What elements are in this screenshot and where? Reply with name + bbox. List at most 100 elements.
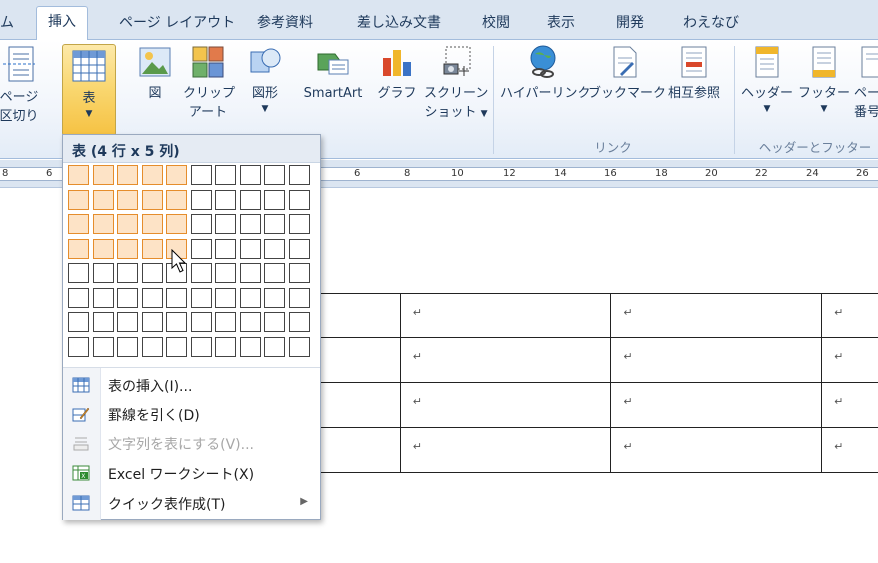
grid-cell[interactable] — [239, 238, 261, 259]
grid-cell[interactable] — [288, 336, 310, 357]
grid-cell[interactable] — [92, 336, 114, 357]
table-cell[interactable]: ↵ — [821, 337, 878, 383]
grid-cell[interactable] — [190, 312, 212, 332]
grid-cell[interactable] — [239, 214, 261, 234]
grid-cell[interactable] — [190, 165, 212, 185]
grid-cell[interactable] — [68, 165, 89, 185]
grid-cell[interactable] — [166, 165, 187, 185]
grid-cell[interactable] — [190, 214, 212, 234]
grid-cell[interactable] — [117, 189, 138, 210]
tab-waenavi[interactable]: わえなび — [683, 10, 739, 40]
grid-cell[interactable] — [166, 336, 187, 357]
grid-cell[interactable] — [92, 287, 114, 308]
grid-cell[interactable] — [239, 312, 261, 332]
grid-cell[interactable] — [288, 287, 310, 308]
grid-cell[interactable] — [264, 214, 285, 234]
grid-cell[interactable] — [215, 189, 236, 210]
grid-cell[interactable] — [117, 312, 138, 332]
grid-cell[interactable] — [215, 287, 236, 308]
grid-cell[interactable] — [117, 238, 138, 259]
table-cell[interactable]: ↵ — [821, 427, 878, 473]
grid-cell[interactable] — [141, 336, 163, 357]
grid-cell[interactable] — [264, 336, 285, 357]
hyperlink-button[interactable]: ハイパーリンク — [500, 44, 590, 103]
menu-item-excel-sheet[interactable]: X Excel ワークシート(X) — [63, 459, 320, 487]
grid-cell[interactable] — [190, 287, 212, 308]
grid-cell[interactable] — [190, 336, 212, 357]
table-cell[interactable]: ↵ — [399, 427, 612, 473]
grid-cell[interactable] — [68, 312, 89, 332]
grid-cell[interactable] — [68, 336, 89, 357]
grid-cell[interactable] — [190, 238, 212, 259]
grid-cell[interactable] — [264, 287, 285, 308]
grid-cell[interactable] — [239, 287, 261, 308]
grid-cell[interactable] — [190, 189, 212, 210]
grid-cell[interactable] — [117, 287, 138, 308]
table-cell[interactable]: ↵ — [610, 382, 823, 428]
grid-cell[interactable] — [264, 312, 285, 332]
clipart-button[interactable]: クリップ アート — [183, 44, 235, 122]
footer-button[interactable]: フッター ▼ — [798, 44, 850, 115]
grid-cell[interactable] — [166, 189, 187, 210]
grid-cell[interactable] — [239, 263, 261, 283]
tab-review[interactable]: 校閲 — [482, 10, 510, 40]
menu-item-text-to-table[interactable]: 文字列を表にする(V)... — [63, 429, 320, 457]
tab-references[interactable]: 参考資料 — [257, 10, 313, 40]
table-cell[interactable]: ↵ — [821, 382, 878, 428]
grid-cell[interactable] — [215, 263, 236, 283]
tab-insert[interactable]: 挿入 — [36, 6, 88, 41]
grid-cell[interactable] — [92, 214, 114, 234]
menu-item-draw-table[interactable]: 罫線を引く(D) — [63, 400, 320, 428]
grid-cell[interactable] — [239, 165, 261, 185]
tab-mailings[interactable]: 差し込み文書 — [357, 10, 441, 40]
header-button[interactable]: ヘッダー ▼ — [740, 44, 794, 115]
menu-item-quick-table[interactable]: クイック表作成(T) ▶ — [63, 489, 320, 517]
grid-cell[interactable] — [117, 165, 138, 185]
grid-cell[interactable] — [166, 287, 187, 308]
grid-cell[interactable] — [117, 336, 138, 357]
grid-cell[interactable] — [68, 263, 89, 283]
grid-cell[interactable] — [68, 287, 89, 308]
grid-cell[interactable] — [215, 312, 236, 332]
table-button[interactable]: 表 ▼ — [62, 44, 116, 136]
grid-cell[interactable] — [141, 165, 163, 185]
grid-cell[interactable] — [141, 287, 163, 308]
table-cell[interactable]: ↵ — [610, 427, 823, 473]
grid-cell[interactable] — [92, 312, 114, 332]
grid-cell[interactable] — [215, 165, 236, 185]
grid-cell[interactable] — [264, 263, 285, 283]
grid-cell[interactable] — [215, 238, 236, 259]
screenshot-button[interactable]: スクリーン ショット ▼ — [424, 44, 488, 124]
grid-cell[interactable] — [215, 214, 236, 234]
table-cell[interactable]: ↵ — [399, 293, 612, 338]
table-cell[interactable]: ↵ — [610, 337, 823, 383]
grid-cell[interactable] — [264, 189, 285, 210]
grid-cell[interactable] — [288, 214, 310, 234]
grid-cell[interactable] — [239, 189, 261, 210]
grid-cell[interactable] — [288, 165, 310, 185]
grid-cell[interactable] — [117, 214, 138, 234]
menu-item-insert-table[interactable]: 表の挿入(I)... — [63, 371, 320, 399]
grid-cell[interactable] — [68, 238, 89, 259]
grid-cell[interactable] — [68, 189, 89, 210]
grid-cell[interactable] — [288, 238, 310, 259]
chart-button[interactable]: グラフ — [377, 44, 417, 103]
grid-cell[interactable] — [166, 214, 187, 234]
grid-cell[interactable] — [141, 312, 163, 332]
grid-cell[interactable] — [92, 263, 114, 283]
picture-button[interactable]: 図 — [134, 44, 176, 103]
grid-cell[interactable] — [166, 312, 187, 332]
smartart-button[interactable]: SmartArt — [293, 44, 373, 103]
grid-cell[interactable] — [264, 238, 285, 259]
grid-cell[interactable] — [190, 263, 212, 283]
grid-cell[interactable] — [141, 238, 163, 259]
grid-cell[interactable] — [239, 336, 261, 357]
crossref-button[interactable]: 相互参照 — [662, 44, 726, 103]
page-number-button[interactable]: ペー 番号 — [854, 44, 878, 122]
tab-view[interactable]: 表示 — [547, 10, 575, 40]
grid-cell[interactable] — [288, 189, 310, 210]
tab-page-layout[interactable]: ページ レイアウト — [119, 10, 235, 40]
grid-cell[interactable] — [215, 336, 236, 357]
tab-developer[interactable]: 開発 — [616, 10, 644, 40]
table-cell[interactable]: ↵ — [399, 337, 612, 383]
